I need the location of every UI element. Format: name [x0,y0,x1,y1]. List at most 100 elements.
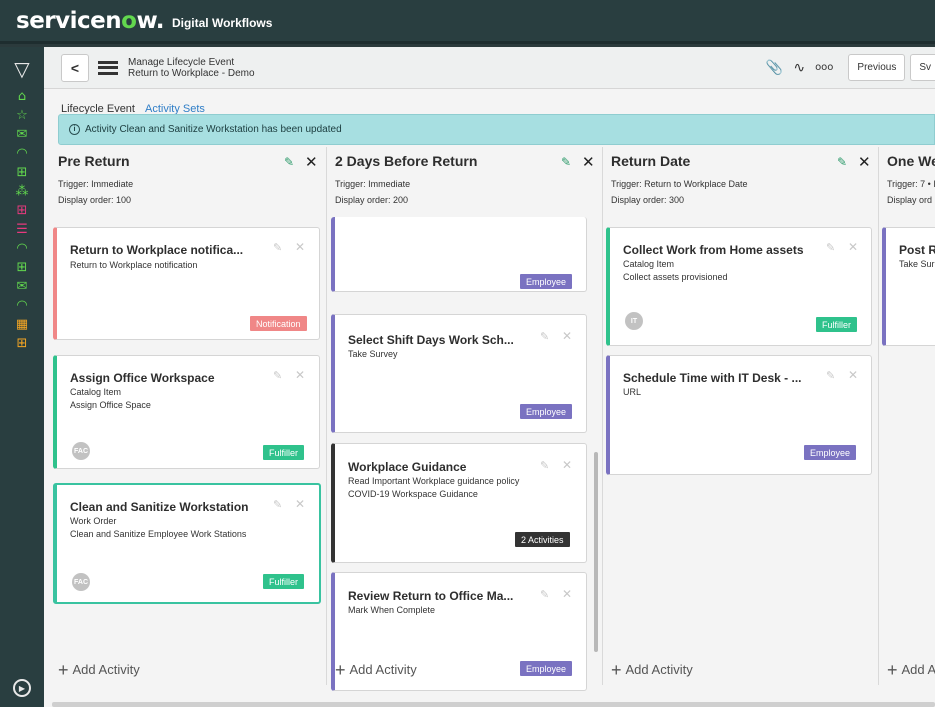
pencil-icon[interactable]: ✎ [273,241,282,254]
close-icon[interactable]: ✕ [295,368,305,382]
pencil-icon[interactable]: ✎ [284,155,294,169]
workflow-icon[interactable]: ⊞ [10,201,34,220]
pencil-icon[interactable]: ✎ [540,330,549,343]
close-icon[interactable]: ✕ [295,240,305,254]
close-icon[interactable]: ✕ [858,153,871,171]
close-icon[interactable]: ✕ [848,240,858,254]
card-title: Clean and Sanitize Workstation [70,500,249,514]
activity-card[interactable]: Workplace Guidance Read Important Workpl… [331,443,587,563]
paperclip-icon[interactable]: 📎 [766,60,783,76]
card-badge: Employee [520,404,573,419]
gauge-icon[interactable]: ◠ [10,144,34,163]
workflow-icon[interactable]: ⊞ [10,163,34,182]
add-activity-button[interactable]: +Add Activity [335,658,417,680]
column-title: Pre Return [58,153,130,169]
info-message-text: Activity Clean and Sanitize Workstation … [85,124,342,135]
card-badge: Employee [520,661,573,676]
pencil-icon[interactable]: ✎ [826,369,835,382]
card-title: Schedule Time with IT Desk - ... [623,371,802,385]
more-icon[interactable]: ooo [815,62,833,73]
pencil-icon[interactable]: ✎ [540,588,549,601]
card-line: Read Important Workplace guidance policy [348,476,520,486]
activity-card[interactable]: Schedule Time with IT Desk - ... URL ✎ ✕… [606,355,872,475]
info-icon: i [69,124,80,135]
activity-icon[interactable]: ∿ [793,60,805,76]
pencil-icon[interactable]: ✎ [273,369,282,382]
filter-icon[interactable]: ▽ [14,57,29,87]
workflow-icon[interactable]: ⊞ [10,334,34,353]
pencil-icon[interactable]: ✎ [561,155,571,169]
card-title: Select Shift Days Work Sch... [348,333,514,347]
back-button[interactable]: < [61,53,89,82]
pencil-icon[interactable]: ✎ [540,459,549,472]
card-line: Return to Workplace notification [70,260,198,270]
list-icon[interactable]: ☰ [10,220,34,239]
brand-logo[interactable]: servicenow. [16,8,164,34]
column-trigger: Trigger: Return to Workplace Date [611,179,748,189]
card-line: URL [623,387,642,397]
column-display-order: Display order: 300 [611,195,685,205]
card-title: Post Re [899,243,935,257]
add-activity-button[interactable]: +Add Activity [611,658,693,680]
gauge-icon[interactable]: ◠ [10,239,34,258]
column-title: One We [887,153,935,169]
close-icon[interactable]: ✕ [562,587,572,601]
star-icon[interactable]: ☆ [10,106,34,125]
close-icon[interactable]: ✕ [582,153,595,171]
pencil-icon[interactable]: ✎ [826,241,835,254]
menu-icon[interactable] [98,60,118,75]
activity-card[interactable]: Collect Work from Home assets Catalog It… [606,227,872,346]
activity-card[interactable]: Return to Workplace notifica... Return t… [53,227,320,340]
column-trigger: Trigger: Immediate [335,179,411,189]
close-icon[interactable]: ✕ [295,497,305,511]
pencil-icon[interactable]: ✎ [273,498,282,511]
card-line: Assign Office Space [70,400,151,410]
add-activity-button[interactable]: +Add Activity [887,658,935,680]
form-header: < Manage Lifecycle Event Return to Workp… [44,47,935,89]
pencil-icon[interactable]: ✎ [837,155,847,169]
activity-card[interactable]: Assign Office Workspace Catalog Item Ass… [53,355,320,469]
column-2-days-before-return: 2 Days Before Return ✎ ✕ Trigger: Immedi… [327,147,602,691]
add-activity-button[interactable]: +Add Activity [58,658,140,680]
card-line: Collect assets provisioned [623,272,728,282]
info-message: i Activity Clean and Sanitize Workstatio… [58,114,935,145]
card-line: Clean and Sanitize Employee Work Station… [70,529,247,539]
product-name: Digital Workflows [171,15,273,30]
play-icon[interactable]: ▶ [13,679,31,697]
main-area: < Manage Lifecycle Event Return to Workp… [44,47,935,707]
column-title: Return Date [611,153,691,169]
header-titles: Manage Lifecycle Event Return to Workpla… [128,57,255,79]
home-icon[interactable]: ⌂ [10,87,34,106]
column-trigger: Trigger: Immediate [58,179,134,189]
previous-button[interactable]: Previous [848,54,906,81]
save-button[interactable]: Sv [910,54,935,81]
card-line: Take Survey [348,349,398,359]
column-display-order: Display order: 100 [58,195,132,205]
horizontal-scrollbar[interactable] [52,702,935,707]
column-pre-return: Pre Return ✎ ✕ Trigger: Immediate Displa… [50,147,326,685]
card-badge: Employee [804,445,857,460]
mail-icon[interactable]: ✉ [10,277,34,296]
activity-card[interactable]: Employee [331,217,587,292]
activity-card[interactable]: Post Re Take Sur [882,227,935,346]
left-nav-rail: ▽ ⌂ ☆ ✉ ◠ ⊞ ⁂ ⊞ ☰ ◠ ⊞ ✉ ◠ ▦ ⊞ ▶ [0,47,44,707]
column-scrollbar[interactable] [594,452,598,652]
grid-icon[interactable]: ▦ [10,315,34,334]
gauge-icon[interactable]: ◠ [10,296,34,315]
activity-card-selected[interactable]: Clean and Sanitize Workstation Work Orde… [53,483,321,604]
header-actions: 📎 ∿ ooo Previous Sv [766,54,935,81]
people-icon[interactable]: ⁂ [10,182,34,201]
column-display-order: Display ord [887,195,933,205]
close-icon[interactable]: ✕ [848,368,858,382]
avatar: IT [625,312,643,330]
mail-icon[interactable]: ✉ [10,125,34,144]
close-icon[interactable]: ✕ [305,153,318,171]
card-line: Mark When Complete [348,605,436,615]
card-badge: 2 Activities [515,532,570,547]
close-icon[interactable]: ✕ [562,458,572,472]
close-icon[interactable]: ✕ [562,329,572,343]
card-badge: Fulfiller [816,317,858,332]
activity-card[interactable]: Select Shift Days Work Sch... Take Surve… [331,314,587,433]
avatar: FAC [72,573,90,591]
workflow-icon[interactable]: ⊞ [10,258,34,277]
